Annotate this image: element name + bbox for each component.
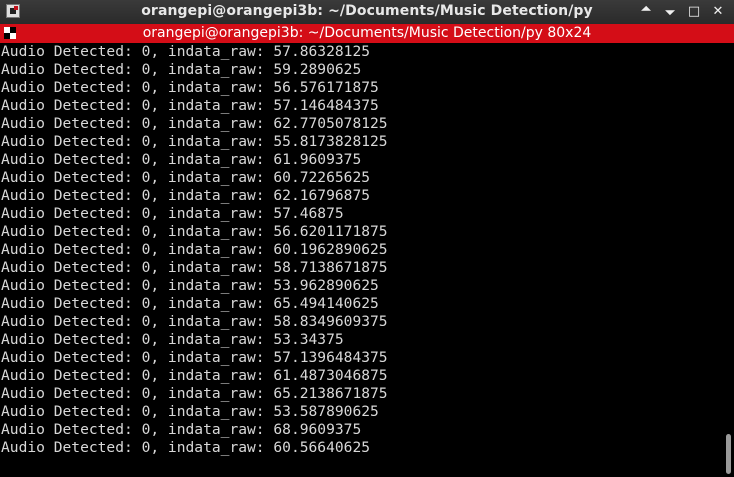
terminal-line: Audio Detected: 0, indata_raw: 56.576171… <box>1 79 379 96</box>
scrollbar-thumb[interactable] <box>726 434 731 474</box>
window-title: orangepi@orangepi3b: ~/Documents/Music D… <box>141 3 593 19</box>
terminal-line: Audio Detected: 0, indata_raw: 57.46875 <box>1 205 344 222</box>
terminal-line: Audio Detected: 0, indata_raw: 55.817382… <box>1 133 388 150</box>
maximize-up-button[interactable]: 🞁 <box>634 3 658 21</box>
terminal-scrollbar[interactable] <box>722 43 734 477</box>
tab-label: orangepi@orangepi3b: ~/Documents/Music D… <box>142 25 592 41</box>
minimize-down-button[interactable]: 🞃 <box>658 3 682 21</box>
window-titlebar[interactable]: orangepi@orangepi3b: ~/Documents/Music D… <box>0 0 734 24</box>
terminal-line: Audio Detected: 0, indata_raw: 62.770507… <box>1 115 388 132</box>
terminal-line: Audio Detected: 0, indata_raw: 65.213867… <box>1 385 388 402</box>
terminal-tab[interactable]: orangepi@orangepi3b: ~/Documents/Music D… <box>0 24 734 43</box>
terminal-line: Audio Detected: 0, indata_raw: 60.566406… <box>1 439 371 456</box>
terminal-line: Audio Detected: 0, indata_raw: 61.960937… <box>1 151 362 168</box>
terminal-line: Audio Detected: 0, indata_raw: 68.960937… <box>1 421 362 438</box>
terminal-line: Audio Detected: 0, indata_raw: 53.962890… <box>1 277 379 294</box>
terminal-line: Audio Detected: 0, indata_raw: 58.834960… <box>1 313 388 330</box>
window-controls: 🞁 🞃 □ ✕ <box>634 3 730 21</box>
terminal-line: Audio Detected: 0, indata_raw: 53.587890… <box>1 403 379 420</box>
terminal-line: Audio Detected: 0, indata_raw: 60.196289… <box>1 241 388 258</box>
terminal-line: Audio Detected: 0, indata_raw: 56.620117… <box>1 223 388 240</box>
terminal-line: Audio Detected: 0, indata_raw: 65.494140… <box>1 295 379 312</box>
terminal-line: Audio Detected: 0, indata_raw: 61.487304… <box>1 367 388 384</box>
terminal-line: Audio Detected: 0, indata_raw: 57.863281… <box>1 43 371 60</box>
terminal-line: Audio Detected: 0, indata_raw: 57.139648… <box>1 349 388 366</box>
terminal-output[interactable]: Audio Detected: 0, indata_raw: 57.863281… <box>0 43 722 477</box>
terminal-line: Audio Detected: 0, indata_raw: 58.713867… <box>1 259 388 276</box>
terminal-line: Audio Detected: 0, indata_raw: 60.722656… <box>1 169 371 186</box>
close-button[interactable]: ✕ <box>706 3 730 21</box>
terminal-line: Audio Detected: 0, indata_raw: 62.167968… <box>1 187 371 204</box>
terminal-line: Audio Detected: 0, indata_raw: 57.146484… <box>1 97 379 114</box>
restore-button[interactable]: □ <box>682 3 706 21</box>
terminal-line: Audio Detected: 0, indata_raw: 53.34375 <box>1 331 344 348</box>
terminal-line: Audio Detected: 0, indata_raw: 59.289062… <box>1 61 362 78</box>
